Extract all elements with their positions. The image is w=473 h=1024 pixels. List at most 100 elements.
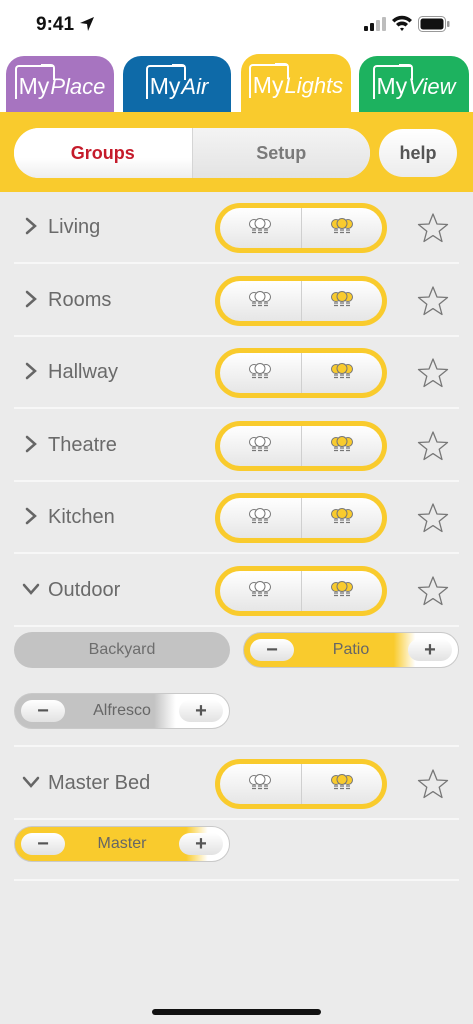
mylights-logo: My Lights (248, 63, 343, 99)
group-row-outdoor[interactable]: Outdoor (14, 555, 459, 627)
group-on-off-toggle (215, 421, 387, 471)
bulbs-on-icon (330, 217, 354, 239)
wifi-icon (392, 15, 412, 31)
myview-logo: My View (372, 64, 455, 100)
chevron-right-icon[interactable] (22, 506, 40, 526)
bulbs-off-icon (248, 580, 272, 602)
bulbs-on-icon (330, 773, 354, 795)
group-on-off-toggle (215, 348, 387, 398)
chevron-right-icon[interactable] (22, 289, 40, 309)
tab-mylights[interactable]: My Lights (241, 54, 351, 116)
group-on-off-toggle (215, 276, 387, 326)
myplace-logo: My Place (14, 64, 105, 100)
chevron-right-icon[interactable] (22, 361, 40, 381)
setup-tab-button[interactable]: Setup (192, 128, 370, 178)
light-patio[interactable]: − Patio + (243, 632, 459, 668)
dim-up-button[interactable]: + (179, 700, 223, 722)
bulbs-on-icon (330, 362, 354, 384)
bulbs-off-icon (248, 362, 272, 384)
favourite-star-icon[interactable] (417, 502, 449, 534)
dim-down-button[interactable]: − (21, 700, 65, 722)
divider (14, 879, 459, 881)
status-time: 9:41 (36, 14, 75, 35)
bulbs-on-icon (330, 507, 354, 529)
lights-off-button[interactable] (220, 764, 302, 804)
groups-tab-button[interactable]: Groups (14, 128, 193, 178)
group-name: Hallway (48, 361, 119, 383)
tab-myview[interactable]: My View (359, 56, 469, 116)
bulbs-on-icon (330, 435, 354, 457)
group-row-theatre[interactable]: Theatre (14, 410, 459, 482)
group-row-living[interactable]: Living (14, 192, 459, 264)
chevron-down-icon[interactable] (22, 579, 40, 599)
lights-on-button[interactable] (302, 571, 383, 611)
dim-down-button[interactable]: − (250, 639, 294, 661)
light-label: Alfresco (93, 702, 151, 719)
lights-on-button[interactable] (302, 281, 383, 321)
group-row-master-bed[interactable]: Master Bed (14, 748, 459, 820)
myair-logo: My Air (145, 64, 208, 100)
tab-myplace[interactable]: My Place (6, 56, 114, 116)
status-bar: 9:41 (0, 0, 473, 50)
chevron-down-icon[interactable] (22, 772, 40, 792)
bulbs-on-icon (330, 290, 354, 312)
favourite-star-icon[interactable] (417, 430, 449, 462)
lights-off-button[interactable] (220, 498, 302, 538)
group-row-hallway[interactable]: Hallway (14, 337, 459, 409)
bulbs-off-icon (248, 507, 272, 529)
dim-up-button[interactable]: + (408, 639, 452, 661)
favourite-star-icon[interactable] (417, 285, 449, 317)
lights-on-button[interactable] (302, 353, 383, 393)
group-name: Outdoor (48, 579, 121, 601)
lights-on-button[interactable] (302, 498, 383, 538)
favourite-star-icon[interactable] (417, 575, 449, 607)
bulbs-off-icon (248, 217, 272, 239)
header-band: Groups Setup help (0, 112, 473, 192)
favourite-star-icon[interactable] (417, 357, 449, 389)
lights-off-button[interactable] (220, 353, 302, 393)
bulbs-off-icon (248, 773, 272, 795)
dim-down-button[interactable]: − (21, 833, 65, 855)
bulbs-on-icon (330, 580, 354, 602)
lights-on-button[interactable] (302, 208, 383, 248)
chevron-right-icon[interactable] (22, 216, 40, 236)
group-on-off-toggle (215, 203, 387, 253)
light-alfresco[interactable]: − Alfresco + (14, 693, 230, 729)
battery-icon (418, 16, 450, 32)
dim-up-button[interactable]: + (179, 833, 223, 855)
app-tabs: My Place My Air My Lights My View (0, 50, 473, 116)
light-label: Patio (332, 641, 370, 658)
group-on-off-toggle (215, 566, 387, 616)
group-on-off-toggle (215, 493, 387, 543)
lights-off-button[interactable] (220, 571, 302, 611)
group-name: Kitchen (48, 506, 115, 528)
cellular-signal-icon (364, 17, 386, 31)
bulbs-off-icon (248, 290, 272, 312)
home-indicator[interactable] (152, 1009, 321, 1015)
group-row-kitchen[interactable]: Kitchen (14, 482, 459, 554)
group-row-rooms[interactable]: Rooms (14, 265, 459, 337)
location-arrow-icon (80, 17, 94, 31)
light-master[interactable]: − Master + (14, 826, 230, 862)
lights-on-button[interactable] (302, 764, 383, 804)
light-backyard[interactable]: Backyard (14, 632, 230, 668)
bulbs-off-icon (248, 435, 272, 457)
groups-setup-segment: Groups Setup (14, 128, 370, 178)
light-label: Backyard (88, 641, 156, 658)
group-name: Master Bed (48, 772, 151, 794)
light-label: Master (97, 835, 147, 852)
tab-myair[interactable]: My Air (123, 56, 231, 116)
lights-off-button[interactable] (220, 281, 302, 321)
group-name: Living (48, 216, 101, 238)
group-on-off-toggle (215, 759, 387, 809)
chevron-right-icon[interactable] (22, 434, 40, 454)
help-button[interactable]: help (379, 129, 457, 177)
group-name: Rooms (48, 289, 112, 311)
lights-on-button[interactable] (302, 426, 383, 466)
favourite-star-icon[interactable] (417, 212, 449, 244)
group-name: Theatre (48, 434, 117, 456)
divider (14, 745, 459, 747)
lights-off-button[interactable] (220, 426, 302, 466)
favourite-star-icon[interactable] (417, 768, 449, 800)
lights-off-button[interactable] (220, 208, 302, 248)
